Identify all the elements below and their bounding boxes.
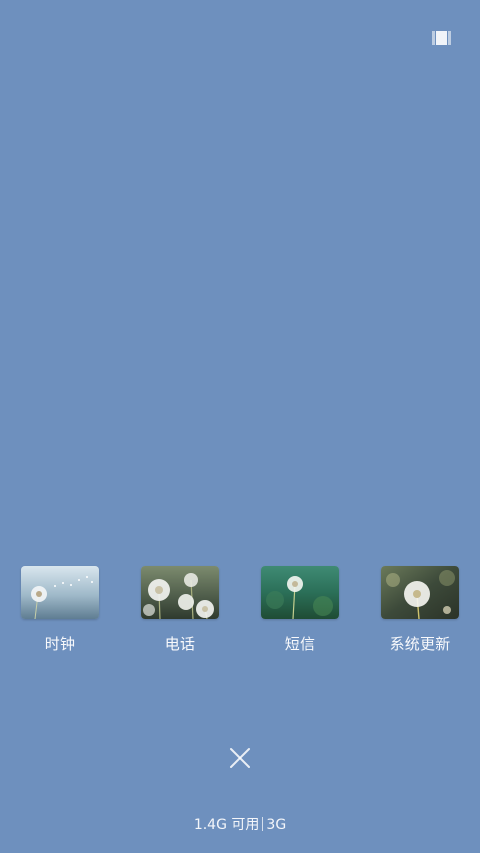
recent-apps-row: 时钟 电话 短信 系统更新 <box>0 566 480 666</box>
recent-app-label: 时钟 <box>44 635 76 653</box>
recent-app-system-update[interactable]: 系统更新 <box>374 566 466 666</box>
dandelion-cluster-thumbnail <box>141 566 219 619</box>
recent-app-clock[interactable]: 时钟 <box>14 566 106 666</box>
recent-app-label: 系统更新 <box>389 635 451 653</box>
recent-app-label: 短信 <box>284 635 316 653</box>
memory-layout-icon[interactable] <box>432 31 451 45</box>
status-divider <box>262 817 264 831</box>
recent-app-messages[interactable]: 短信 <box>254 566 346 666</box>
memory-status: 1.4G 可用 3G <box>0 816 480 834</box>
network-type-text: 3G <box>266 817 287 833</box>
dandelion-green-thumbnail <box>261 566 339 619</box>
dandelion-sky-thumbnail <box>21 566 99 619</box>
recent-app-label: 电话 <box>164 635 196 653</box>
memory-available-text: 1.4G 可用 <box>193 817 260 833</box>
recent-app-phone[interactable]: 电话 <box>134 566 226 666</box>
close-x-icon[interactable] <box>229 747 251 769</box>
dandelion-bokeh-thumbnail <box>381 566 459 619</box>
